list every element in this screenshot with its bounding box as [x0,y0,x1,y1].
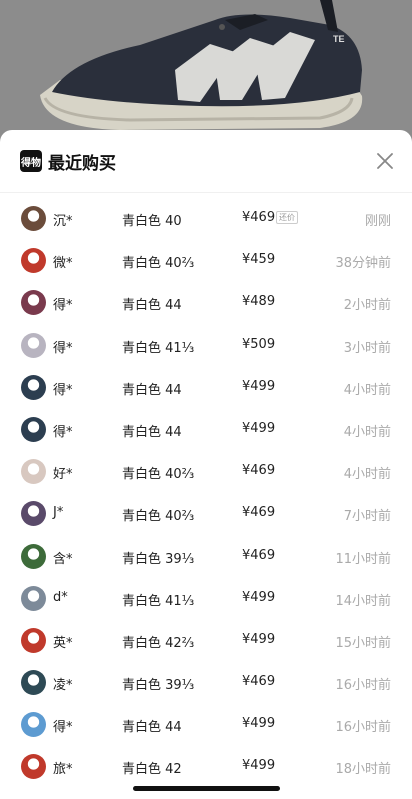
list-item: 得* 青白色 44 ¥499 4小时前 [0,409,412,451]
size-spec: 青白色 41⅓ [122,593,195,609]
purchase-time: 16小时前 [335,720,391,736]
size-spec: 青白色 44 [122,382,182,398]
purchase-time: 4小时前 [343,424,391,440]
list-item: 得* 青白色 44 ¥489 2小时前 [0,282,412,324]
purchase-time: 15小时前 [335,635,391,651]
purchase-time: 4小时前 [343,467,391,483]
list-item: 好* 青白色 40⅔ ¥469 4小时前 [0,451,412,493]
user-name: 得* [53,382,73,398]
avatar [21,416,46,442]
avatar [21,585,46,611]
purchase-time: 3小时前 [343,340,391,356]
price: ¥489 [242,294,276,310]
recent-purchases-sheet: 得物 最近购买 沉* 青白色 40 ¥469 刚刚 还价微* 青白色 40⅔ ¥459 38分… [0,130,412,799]
avatar [21,332,46,358]
user-name: J* [53,505,64,521]
purchase-time: 4小时前 [343,382,391,398]
price: ¥499 [242,716,276,732]
purchase-time: 18小时前 [335,762,391,778]
avatar [21,290,46,316]
user-name: 含* [53,551,73,567]
purchase-list: 沉* 青白色 40 ¥469 刚刚 还价微* 青白色 40⅔ ¥459 38分钟前得* 青白色 … [0,193,412,789]
size-spec: 青白色 41⅓ [122,340,195,356]
price: ¥469 [242,463,276,479]
list-item: 得* 青白色 41⅓ ¥509 3小时前 [0,325,412,367]
user-name: 凌* [53,678,73,694]
price: ¥499 [242,420,276,436]
list-item: 英* 青白色 42⅔ ¥499 15小时前 [0,620,412,662]
size-spec: 青白色 44 [122,298,182,314]
user-name: 得* [53,720,73,736]
list-item: 凌* 青白色 39⅓ ¥469 16小时前 [0,662,412,704]
price: ¥499 [242,631,276,647]
purchase-time: 7小时前 [343,509,391,525]
size-spec: 青白色 39⅓ [122,551,195,567]
avatar [21,206,46,231]
size-spec: 青白色 40 [122,214,182,229]
price: ¥499 [242,378,276,394]
size-spec: 青白色 42 [122,762,182,778]
bargain-badge: 还价 [276,211,298,224]
list-item: J* 青白色 40⅔ ¥469 7小时前 [0,493,412,535]
user-name: 英* [53,635,73,651]
list-item: 旅* 青白色 42 ¥499 18小时前 [0,746,412,788]
size-spec: 青白色 40⅔ [122,256,195,272]
avatar [21,501,46,527]
avatar [21,754,46,780]
user-name: 好* [53,467,73,483]
price: ¥499 [242,758,276,774]
user-name: d* [53,589,68,605]
close-icon[interactable] [374,150,396,172]
svg-text:TE: TE [333,34,345,44]
avatar [21,712,46,738]
list-item: 沉* 青白色 40 ¥469 刚刚 还价 [0,198,412,240]
avatar [21,459,46,485]
user-name: 得* [53,298,73,314]
home-indicator[interactable] [133,786,280,791]
purchase-time: 11小时前 [335,551,391,567]
list-item: d* 青白色 41⅓ ¥499 14小时前 [0,578,412,620]
list-item: 得* 青白色 44 ¥499 4小时前 [0,367,412,409]
price: ¥509 [242,336,276,352]
size-spec: 青白色 40⅔ [122,467,195,483]
purchase-time: 刚刚 [364,214,391,229]
price: ¥469 [242,547,276,563]
avatar [21,374,46,400]
purchase-time: 14小时前 [335,593,391,609]
sneaker-illustration: TE [0,0,412,150]
size-spec: 青白色 44 [122,720,182,736]
list-item: 微* 青白色 40⅔ ¥459 38分钟前 [0,240,412,282]
purchase-time: 2小时前 [343,298,391,314]
price: ¥469 [242,674,276,690]
user-name: 微* [53,256,73,272]
list-item: 含* 青白色 39⅓ ¥469 11小时前 [0,536,412,578]
avatar [21,670,46,696]
size-spec: 青白色 40⅔ [122,509,195,525]
price: ¥469 [242,505,276,521]
sheet-title: 最近购买 [48,154,116,174]
purchase-time: 16小时前 [335,678,391,694]
user-name: 得* [53,340,73,356]
product-image: TE [0,0,412,150]
size-spec: 青白色 44 [122,424,182,440]
price: ¥469 [242,210,276,225]
size-spec: 青白色 42⅔ [122,635,195,651]
avatar [21,248,46,274]
dewu-logo-icon: 得物 [20,150,42,172]
list-item: 得* 青白色 44 ¥499 16小时前 [0,704,412,746]
purchase-time: 38分钟前 [335,256,391,272]
user-name: 得* [53,424,73,440]
user-name: 旅* [53,762,73,778]
avatar [21,543,46,569]
price: ¥459 [242,252,276,268]
sheet-header: 得物 最近购买 [0,130,412,193]
size-spec: 青白色 39⅓ [122,678,195,694]
avatar [21,627,46,653]
user-name: 沉* [53,214,73,229]
price: ¥499 [242,589,276,605]
